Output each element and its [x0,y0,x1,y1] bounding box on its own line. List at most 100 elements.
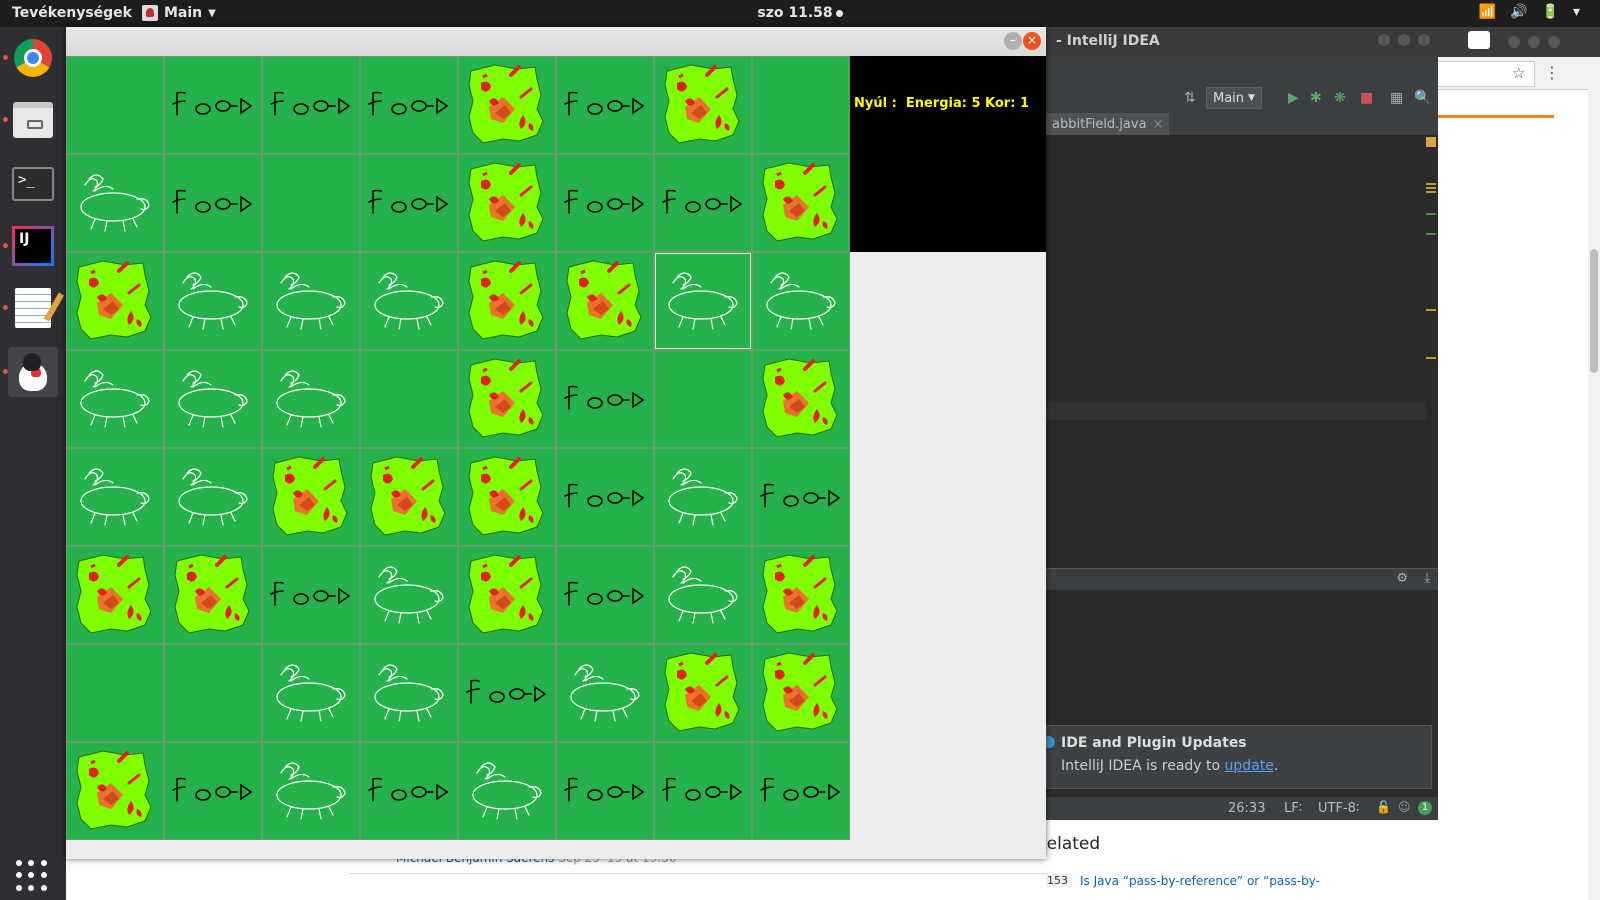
close-icon[interactable]: × [1153,117,1164,132]
grid-cell-rabbit[interactable] [360,546,458,644]
grid-cell-grass[interactable] [262,56,360,154]
grid-cell-fox[interactable] [164,546,262,644]
inspector-icon[interactable]: ☺ [1398,800,1411,814]
grid-cell-rabbit[interactable] [556,644,654,742]
grid-cell-fox[interactable] [752,546,850,644]
grid-cell-fox[interactable] [458,546,556,644]
grid-cell-rabbit[interactable] [164,350,262,448]
grid-cell-fox[interactable] [752,154,850,252]
maximize-icon[interactable] [1528,36,1540,48]
stop-icon[interactable]: ■ [1360,90,1373,106]
search-icon[interactable]: 🔍 [1414,90,1431,106]
minimize-button[interactable]: – [1004,32,1022,50]
star-icon[interactable]: ☆ [1512,64,1525,82]
grid-cell-rabbit[interactable] [262,350,360,448]
file-encoding[interactable]: UTF-8∶ [1318,801,1359,816]
grid-cell-empty[interactable] [360,350,458,448]
marker[interactable] [1426,233,1436,235]
grid-cell-rabbit[interactable] [262,644,360,742]
grid-cell-fox[interactable] [66,742,164,840]
tab-rabbitfield[interactable]: abbitField.java × [1046,113,1170,137]
close-icon[interactable] [1548,36,1560,48]
grid-cell-grass[interactable] [556,350,654,448]
grid-cell-rabbit[interactable] [164,252,262,350]
grid-cell-grass[interactable] [360,154,458,252]
clock[interactable]: szo 11.58 [0,5,1600,21]
grid-cell-rabbit[interactable] [752,252,850,350]
grid-cell-rabbit[interactable] [66,448,164,546]
marker[interactable] [1426,213,1436,215]
grid-cell-fox[interactable] [752,644,850,742]
grid-cell-grass[interactable] [262,546,360,644]
grid-cell-grass[interactable] [752,448,850,546]
grid-cell-rabbit[interactable] [360,252,458,350]
grid-cell-rabbit[interactable] [66,350,164,448]
grid-cell-rabbit[interactable] [360,644,458,742]
grid-cell-grass[interactable] [654,154,752,252]
dock-item-text-editor[interactable] [3,283,58,333]
grid-cell-grass[interactable] [164,56,262,154]
grid-cell-empty[interactable] [654,350,752,448]
grid-cell-grass[interactable] [556,742,654,840]
grid-cell-grass[interactable] [556,546,654,644]
update-link[interactable]: update [1225,758,1274,774]
run-config-select[interactable]: Main ▼ [1206,87,1262,109]
grid-cell-rabbit[interactable] [262,252,360,350]
grid-cell-fox[interactable] [66,252,164,350]
grid-cell-empty[interactable] [66,644,164,742]
show-applications-icon[interactable] [16,860,48,892]
grid-cell-grass[interactable] [654,742,752,840]
grid-cell-rabbit[interactable] [654,448,752,546]
grid-cell-fox[interactable] [752,350,850,448]
grid-cell-fox[interactable] [458,252,556,350]
related-question-link[interactable]: Is Java “pass-by-reference” or “pass-by- [1080,874,1320,888]
grid-cell-grass[interactable] [360,56,458,154]
menu-icon[interactable]: ⋮ [1544,63,1560,82]
grid-cell-fox[interactable] [654,56,752,154]
window-titlebar[interactable]: – × [66,27,1046,57]
grid-cell-fox[interactable] [458,350,556,448]
grid-cell-grass[interactable] [556,56,654,154]
dock-item-intellij[interactable]: IJ [3,221,58,271]
close-button[interactable]: × [1023,32,1041,50]
update-notification[interactable]: IDE and Plugin Updates IntelliJ IDEA is … [1043,725,1432,789]
grid-cell-fox[interactable] [556,252,654,350]
sort-icon[interactable]: ⇅ [1184,90,1196,106]
grid-cell-empty[interactable] [66,56,164,154]
grid-cell-grass[interactable] [556,448,654,546]
grid-cell-fox[interactable] [66,546,164,644]
hide-icon[interactable]: ⤓ [1424,571,1430,586]
dock-item-java-app[interactable] [3,347,58,397]
scrollbar[interactable] [1588,89,1600,900]
grid-cell-grass[interactable] [164,154,262,252]
grid-cell-grass[interactable] [164,742,262,840]
grid-cell-rabbit[interactable] [654,546,752,644]
grid-cell-grass[interactable] [458,644,556,742]
gear-icon[interactable]: ⚙ [1396,571,1408,586]
coverage-icon[interactable]: ❋ [1334,90,1346,106]
grid-cell-rabbit[interactable] [66,154,164,252]
grid-cell-grass[interactable] [360,742,458,840]
marker[interactable] [1426,357,1436,359]
marker[interactable] [1426,187,1436,189]
dock-item-files[interactable] [3,95,58,145]
grid-cell-fox[interactable] [654,644,752,742]
dock-item-chrome[interactable] [3,33,58,83]
grid-cell-grass[interactable] [752,742,850,840]
grid-cell-grass[interactable] [556,154,654,252]
marker[interactable] [1426,309,1436,311]
caret-position[interactable]: 26:33 [1228,801,1265,816]
system-tray[interactable]: 📶 🔊 🔋 ▾ [1479,4,1580,20]
grid-cell-fox[interactable] [360,448,458,546]
grid-cell-empty[interactable] [164,644,262,742]
grid-cell-rabbit[interactable] [262,742,360,840]
grid-cell-empty[interactable] [262,154,360,252]
grid-cell-rabbit-selected[interactable] [654,252,752,350]
grid-cell-rabbit[interactable] [164,448,262,546]
scrollbar-thumb[interactable] [1590,249,1598,373]
grid-cell-fox[interactable] [458,56,556,154]
warning-marker[interactable] [1426,137,1436,147]
debug-icon[interactable]: ✱ [1310,90,1322,106]
dock-item-terminal[interactable]: >_ [8,159,58,209]
line-separator[interactable]: LF∶ [1284,801,1302,816]
